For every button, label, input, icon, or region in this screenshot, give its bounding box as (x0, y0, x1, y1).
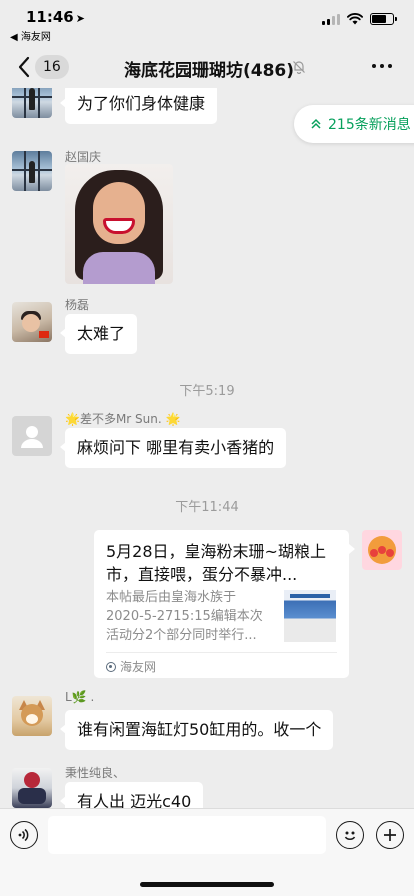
avatar-dog[interactable] (12, 696, 52, 736)
message-bubble[interactable]: 有人出 迈光c40 (59, 782, 204, 808)
message-row: 🌟差不多Mr Sun. 🌟 麻烦问下 哪里有卖小香猪的 (0, 412, 414, 482)
battery-icon (370, 13, 397, 25)
more-options-icon[interactable] (372, 64, 392, 68)
message-row: 秉性纯良、 有人出 迈光c40 (0, 764, 414, 808)
voice-icon[interactable] (10, 821, 38, 849)
sender-name: 🌟差不多Mr Sun. 🌟 (65, 412, 181, 426)
divider (106, 652, 337, 653)
chat-title[interactable]: 海底花园珊瑚坊(486) (124, 56, 294, 81)
image-message-laughing-woman[interactable] (65, 164, 173, 284)
link-card-thumbnail (284, 590, 336, 642)
message-row: 杨磊 太难了 (0, 298, 414, 368)
unread-count-badge[interactable]: 16 (35, 55, 69, 79)
link-card-title: 5月28日，皇海粉末珊~瑚粮上市，直接喂，蛋分不暴冲... (106, 542, 326, 584)
location-arrow-icon: ➤ (75, 12, 85, 25)
source-name: 海友网 (120, 660, 157, 674)
emoji-icon[interactable] (336, 821, 364, 849)
avatar-anpanman[interactable] (362, 530, 402, 570)
status-time: 11:46 ➤ (26, 8, 85, 26)
avatar-window-silhouette[interactable] (12, 151, 52, 191)
timestamp-separator: 下午11:44 (175, 500, 239, 515)
message-bubble[interactable]: 为了你们身体健康 (59, 88, 218, 124)
mute-bell-icon (293, 61, 305, 74)
status-indicators (322, 13, 397, 25)
back-to-app-link[interactable]: ◀ 海友网 (10, 28, 51, 43)
new-messages-label: 215条新消息 (328, 117, 411, 133)
link-card[interactable]: 5月28日，皇海粉末珊~瑚粮上市，直接喂，蛋分不暴冲... 本帖最后由皇海水族于… (94, 530, 355, 678)
input-bar (0, 808, 414, 896)
message-row: L🌿 . 谁有闲置海缸灯50缸用的。收一个 (0, 690, 414, 762)
sender-name: 杨磊 (65, 298, 90, 312)
clock-text: 11:46 (26, 8, 74, 26)
wifi-icon (347, 13, 363, 25)
message-bubble[interactable]: 太难了 (59, 314, 138, 354)
message-row-self: 5月28日，皇海粉末珊~瑚粮上市，直接喂，蛋分不暴冲... 本帖最后由皇海水族于… (0, 530, 414, 680)
chat-header: 16 海底花园珊瑚坊(486) (0, 44, 414, 88)
double-chevron-up-icon (311, 118, 321, 129)
message-list[interactable]: 为了你们身体健康 赵国庆 杨磊 太难了 下午5:19 🌟差不多Mr Sun. 🌟… (0, 88, 414, 808)
timestamp-separator: 下午5:19 (179, 384, 235, 399)
source-app-icon (106, 661, 116, 672)
avatar-window-silhouette[interactable] (12, 88, 52, 118)
avatar-default-user-icon[interactable] (12, 416, 52, 456)
link-card-source: 海友网 (106, 658, 156, 675)
message-bubble[interactable]: 麻烦问下 哪里有卖小香猪的 (59, 428, 287, 468)
plus-icon[interactable] (376, 821, 404, 849)
status-bar: 11:46 ➤ ◀ 海友网 (0, 0, 414, 44)
avatar-motorcycle[interactable] (12, 768, 52, 808)
cellular-signal-icon (322, 13, 340, 25)
new-messages-button[interactable]: 215条新消息 (294, 105, 414, 143)
link-card-description: 本帖最后由皇海水族于 2020-5-2715:15编辑本次活动分2个部分同时举行… (106, 590, 263, 643)
avatar-child-photo[interactable] (12, 302, 52, 342)
sender-name: L🌿 . (65, 690, 95, 704)
message-input[interactable] (48, 816, 326, 854)
message-row: 赵国庆 (0, 150, 414, 290)
sender-name: 赵国庆 (65, 150, 102, 164)
message-bubble[interactable]: 谁有闲置海缸灯50缸用的。收一个 (59, 710, 334, 750)
sender-name: 秉性纯良、 (65, 766, 126, 780)
home-indicator (140, 882, 274, 887)
